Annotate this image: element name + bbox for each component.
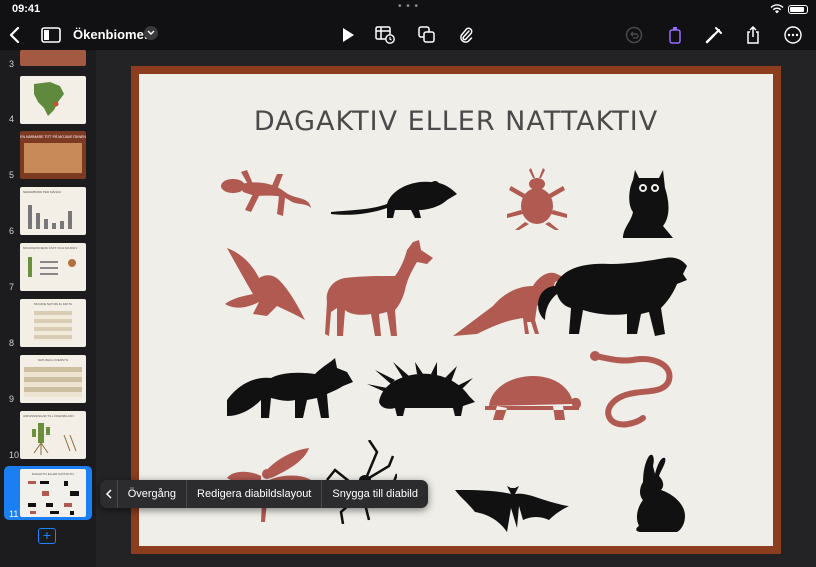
rabbit-icon[interactable] [621, 452, 691, 532]
slide-number: 8 [9, 338, 15, 348]
fox-icon[interactable] [227, 356, 355, 420]
slide-thumbnail-10[interactable]: ANPASSNINGAR TILL ÖKENMILJÖN [20, 411, 86, 459]
thumbnail-title: EN NÄRMARE TITT PÅ MOJAVE ÖKNEN [20, 135, 86, 139]
porcupine-icon[interactable] [365, 362, 477, 420]
slide-thumbnail-8[interactable]: MOJAVE NATURLIG FAKTA [20, 299, 86, 347]
slide-number: 3 [9, 59, 15, 69]
thumbnail-title: MOJAVE NATURLIG FAKTA [33, 302, 72, 306]
clock: 09:41 [12, 3, 41, 15]
title-menu-chevron-icon[interactable] [144, 26, 158, 40]
slide-navigator[interactable]: 3 4 EN NÄRMARE TITT PÅ MOJAVE ÖKNEN 5 NE… [0, 50, 96, 567]
battery-icon [788, 5, 808, 14]
bar-chart-thumbnail-icon [28, 205, 72, 229]
slide-title[interactable]: DAGAKTIV ELLER NATTAKTIV [139, 106, 773, 137]
paperclip-icon[interactable] [455, 24, 477, 46]
share-icon[interactable] [742, 24, 764, 46]
table-insert-icon[interactable] [374, 24, 396, 46]
slide-thumbnail-5[interactable]: EN NÄRMARE TITT PÅ MOJAVE ÖKNEN [20, 131, 86, 179]
animals-thumbnail-icon [28, 481, 79, 515]
rat-icon[interactable] [331, 178, 461, 220]
deer-icon[interactable] [325, 236, 439, 338]
more-icon[interactable] [782, 24, 804, 46]
slide-number: 4 [9, 114, 15, 124]
cactus-roots-thumbnail-icon [32, 423, 77, 455]
owl-icon[interactable] [617, 166, 681, 240]
thumbnail-title: NATURLIG ÖVERSYN [37, 358, 69, 362]
hawk-icon[interactable] [223, 244, 309, 326]
slide-thumbnail-3[interactable] [20, 50, 86, 66]
table-thumbnail [24, 367, 82, 397]
thumbnail-title: ANPASSNINGAR TILL ÖKENMILJÖN [23, 414, 74, 418]
toolbar: Ökenbiomet [0, 18, 816, 50]
thumbnail-title: DAGAKTIV ELLER NATTAKTIV [31, 472, 75, 476]
slide[interactable]: DAGAKTIV ELLER NATTAKTIV [139, 74, 773, 546]
tortoise-icon[interactable] [483, 370, 581, 426]
photo-collage [24, 143, 82, 173]
menu-back-chevron-icon[interactable] [100, 480, 117, 508]
slide-number: 10 [9, 450, 20, 460]
context-menu: Övergång Redigera diabildslayout Snygga … [100, 480, 428, 508]
jaguar-icon[interactable] [531, 250, 691, 340]
table-thumbnail [34, 311, 72, 341]
gecko-icon[interactable] [219, 166, 315, 224]
tools-icon[interactable] [703, 24, 725, 46]
sidebar-toggle-icon[interactable] [40, 24, 62, 46]
cactus-thumbnail-icon [28, 257, 76, 277]
back-chevron-icon[interactable] [4, 24, 26, 46]
map-thumbnail-icon [34, 82, 64, 116]
slide-thumbnail-4[interactable] [20, 76, 86, 124]
format-brush-icon[interactable] [664, 24, 686, 46]
multitasking-dots-icon[interactable]: • • • [398, 1, 419, 12]
slide-thumbnail-6[interactable]: NEDERBÖRD PER MÅNAD [20, 187, 86, 235]
menu-item-tidy-slide[interactable]: Snygga till diabild [321, 480, 428, 508]
slide-thumbnail-9[interactable]: NATURLIG ÖVERSYN [20, 355, 86, 403]
wifi-icon [770, 4, 784, 14]
menu-item-transition[interactable]: Övergång [116, 480, 186, 508]
beetle-icon[interactable] [505, 168, 569, 230]
add-slide-button[interactable]: + [38, 528, 56, 544]
slide-thumbnail-7[interactable]: MOJAVEÖKNENS VÄXT OCH DJURLIV [20, 243, 86, 291]
slide-number: 6 [9, 226, 15, 236]
status-bar: 09:41 • • • [0, 0, 816, 18]
slide-number: 11 [9, 509, 19, 519]
shapes-icon[interactable] [416, 24, 438, 46]
bat-icon[interactable] [455, 468, 569, 532]
thumbnail-title: NEDERBÖRD PER MÅNAD [23, 190, 61, 194]
undo-icon[interactable] [623, 24, 645, 46]
snake-icon[interactable] [589, 350, 689, 430]
thumbnail-title: MOJAVEÖKNENS VÄXT OCH DJURLIV [23, 246, 78, 250]
slide-thumbnail-11[interactable]: DAGAKTIV ELLER NATTAKTIV [20, 469, 86, 517]
slide-number: 9 [9, 394, 15, 404]
play-icon[interactable] [337, 24, 359, 46]
slide-number: 5 [9, 170, 15, 180]
menu-item-edit-slide-layout[interactable]: Redigera diabildslayout [186, 480, 321, 508]
document-title[interactable]: Ökenbiomet [73, 27, 148, 42]
slide-number: 7 [9, 282, 15, 292]
